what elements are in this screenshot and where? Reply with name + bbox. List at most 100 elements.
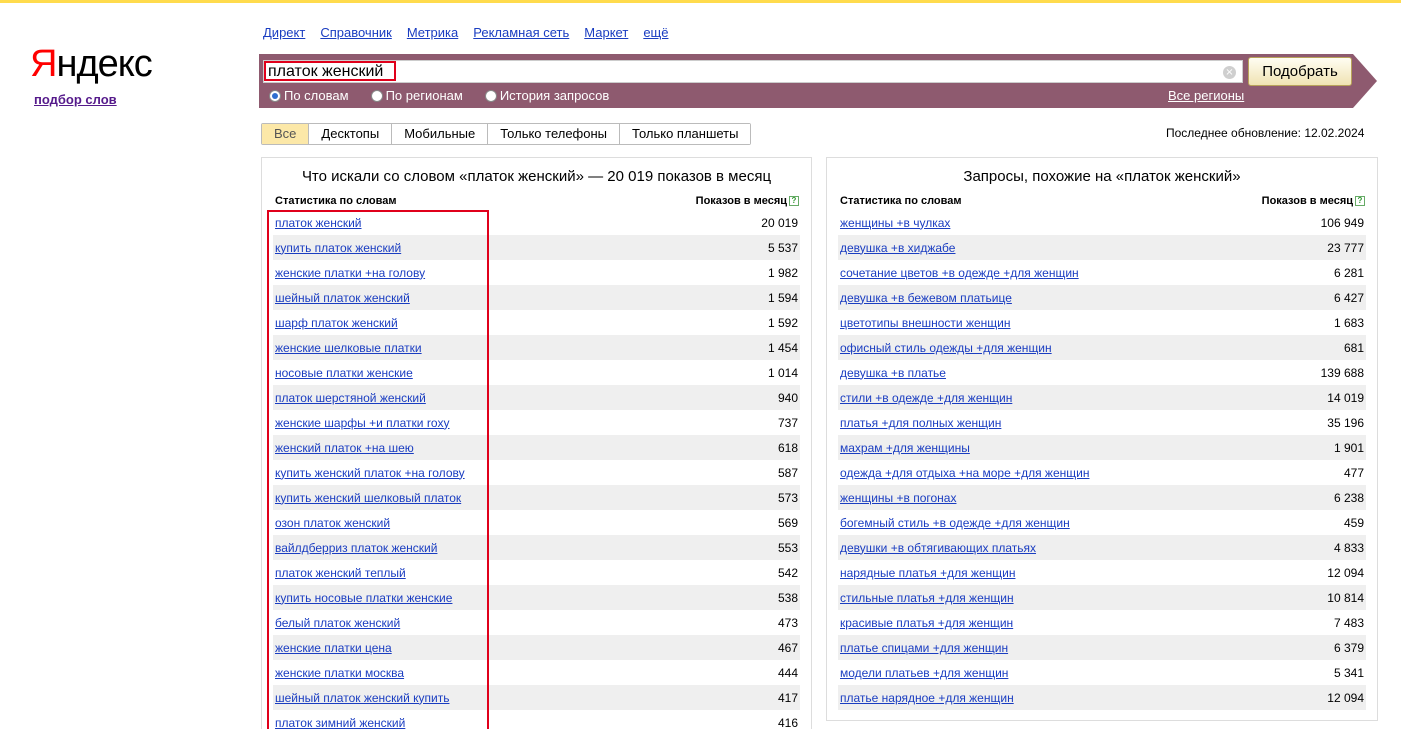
table-row: платье спицами +для женщин 6 379 xyxy=(838,635,1366,660)
tab-all[interactable]: Все xyxy=(262,124,310,144)
query-link[interactable]: модели платьев +для женщин xyxy=(840,666,1008,680)
shows-count: 4 833 xyxy=(1333,540,1364,555)
search-input[interactable] xyxy=(268,61,1218,82)
column-header-shows: Показов в месяц? xyxy=(1262,195,1365,207)
radio-icon[interactable] xyxy=(269,89,281,102)
mode-by-words[interactable]: По словам xyxy=(269,88,349,103)
search-band-arrow xyxy=(1353,54,1377,108)
query-link[interactable]: девушки +в обтягивающих платьях xyxy=(840,541,1036,555)
query-link[interactable]: махрам +для женщины xyxy=(840,441,970,455)
logo-word: Яндекс xyxy=(30,44,153,84)
table-row: модели платьев +для женщин 5 341 xyxy=(838,660,1366,685)
shows-count: 20 019 xyxy=(761,215,798,230)
query-link[interactable]: одежда +для отдыха +на море +для женщин xyxy=(840,466,1089,480)
mode-label: История запросов xyxy=(499,88,610,103)
service-link-spravochnik[interactable]: Справочник xyxy=(320,25,392,40)
table-row: богемный стиль +в одежде +для женщин 459 xyxy=(838,510,1366,535)
shows-count: 10 814 xyxy=(1327,590,1364,605)
shows-count: 1 901 xyxy=(1333,440,1364,455)
mode-history[interactable]: История запросов xyxy=(484,88,610,103)
shows-count: 940 xyxy=(777,390,798,405)
query-link[interactable]: платье нарядное +для женщин xyxy=(840,691,1014,705)
clear-icon[interactable]: × xyxy=(1223,66,1236,79)
service-link-more[interactable]: ещё xyxy=(643,25,668,40)
radio-icon[interactable] xyxy=(370,89,383,102)
query-link[interactable]: красивые платья +для женщин xyxy=(840,616,1013,630)
query-link[interactable]: женщины +в чулках xyxy=(840,216,950,230)
table-row: стильные платья +для женщин 10 814 xyxy=(838,585,1366,610)
column-header-words: Статистика по словам xyxy=(275,195,397,207)
table-row: сочетание цветов +в одежде +для женщин 6 … xyxy=(838,260,1366,285)
query-link[interactable]: девушка +в платье xyxy=(840,366,946,380)
table-row: девушка +в хиджабе 23 777 xyxy=(838,235,1366,260)
similar-queries-panel: Запросы, похожие на «платок женский» Ста… xyxy=(826,157,1378,721)
search-query-highlight xyxy=(264,61,396,81)
device-tabs: Все Десктопы Мобильные Только телефоны Т… xyxy=(261,123,752,145)
right-rows: женщины +в чулках 106 949 девушка +в хиджа… xyxy=(838,210,1366,710)
service-link-ad-network[interactable]: Рекламная сеть xyxy=(473,25,569,40)
query-link[interactable]: девушка +в хиджабе xyxy=(840,241,955,255)
last-update: Последнее обновление: 12.02.2024 xyxy=(1166,126,1365,140)
shows-count: 473 xyxy=(777,615,798,630)
table-row: стили +в одежде +для женщин 14 019 xyxy=(838,385,1366,410)
help-icon[interactable]: ? xyxy=(1355,196,1365,206)
wordstat-link[interactable]: подбор слов xyxy=(34,92,117,107)
column-header-shows: Показов в месяц? xyxy=(696,195,799,207)
all-regions-link[interactable]: Все регионы xyxy=(1168,88,1244,103)
shows-count: 5 537 xyxy=(767,240,798,255)
column-header-shows-label: Показов в месяц xyxy=(695,195,787,207)
shows-count: 5 341 xyxy=(1333,665,1364,680)
shows-count: 569 xyxy=(777,515,798,530)
tab-desktops[interactable]: Десктопы xyxy=(309,124,393,144)
tab-mobile[interactable]: Мобильные xyxy=(392,124,489,144)
query-link[interactable]: женщины +в погонах xyxy=(840,491,956,505)
shows-count: 737 xyxy=(777,415,798,430)
shows-count: 12 094 xyxy=(1327,690,1364,705)
search-modes: По словам По регионам История запросов xyxy=(269,88,609,103)
query-link[interactable]: девушка +в бежевом платьице xyxy=(840,291,1012,305)
mode-label: По словам xyxy=(284,88,349,103)
table-row: девушка +в бежевом платьице 6 427 xyxy=(838,285,1366,310)
query-link[interactable]: нарядные платья +для женщин xyxy=(840,566,1015,580)
table-row: девушки +в обтягивающих платьях 4 833 xyxy=(838,535,1366,560)
search-button[interactable]: Подобрать xyxy=(1248,57,1352,86)
query-link[interactable]: сочетание цветов +в одежде +для женщин xyxy=(840,266,1079,280)
shows-count: 1 454 xyxy=(767,340,798,355)
query-link[interactable]: цветотипы внешности женщин xyxy=(840,316,1010,330)
shows-count: 7 483 xyxy=(1333,615,1364,630)
shows-count: 1 592 xyxy=(767,315,798,330)
table-row: платье нарядное +для женщин 12 094 xyxy=(838,685,1366,710)
shows-count: 14 019 xyxy=(1327,390,1364,405)
service-link-market[interactable]: Маркет xyxy=(584,25,628,40)
services-nav: Директ Справочник Метрика Рекламная сеть… xyxy=(263,25,668,40)
service-link-direct[interactable]: Директ xyxy=(263,25,305,40)
help-icon[interactable]: ? xyxy=(789,196,799,206)
mode-by-regions[interactable]: По регионам xyxy=(370,88,463,103)
radio-icon[interactable] xyxy=(484,89,497,102)
table-row: одежда +для отдыха +на море +для женщин 4… xyxy=(838,460,1366,485)
shows-count: 553 xyxy=(777,540,798,555)
query-link[interactable]: богемный стиль +в одежде +для женщин xyxy=(840,516,1070,530)
shows-count: 12 094 xyxy=(1327,565,1364,580)
logo-rest: ндекс xyxy=(56,43,152,85)
shows-count: 587 xyxy=(777,465,798,480)
top-accent-line xyxy=(0,0,1401,3)
shows-count: 444 xyxy=(777,665,798,680)
shows-count: 542 xyxy=(777,565,798,580)
shows-count: 6 427 xyxy=(1333,290,1364,305)
search-field[interactable] xyxy=(263,60,1243,83)
query-link[interactable]: платья +для полных женщин xyxy=(840,416,1001,430)
column-header-words: Статистика по словам xyxy=(840,195,962,207)
service-link-metrika[interactable]: Метрика xyxy=(407,25,458,40)
query-link[interactable]: платье спицами +для женщин xyxy=(840,641,1008,655)
query-link[interactable]: стильные платья +для женщин xyxy=(840,591,1014,605)
shows-count: 106 949 xyxy=(1320,215,1364,230)
tab-tablets-only[interactable]: Только планшеты xyxy=(620,124,751,144)
query-link[interactable]: офисный стиль одежды +для женщин xyxy=(840,341,1052,355)
query-link[interactable]: стили +в одежде +для женщин xyxy=(840,391,1012,405)
yandex-logo[interactable]: Яндекс подбор слов xyxy=(30,44,153,107)
tab-phones-only[interactable]: Только телефоны xyxy=(488,124,621,144)
table-row: платья +для полных женщин 35 196 xyxy=(838,410,1366,435)
shows-count: 6 281 xyxy=(1333,265,1364,280)
shows-count: 1 683 xyxy=(1333,315,1364,330)
